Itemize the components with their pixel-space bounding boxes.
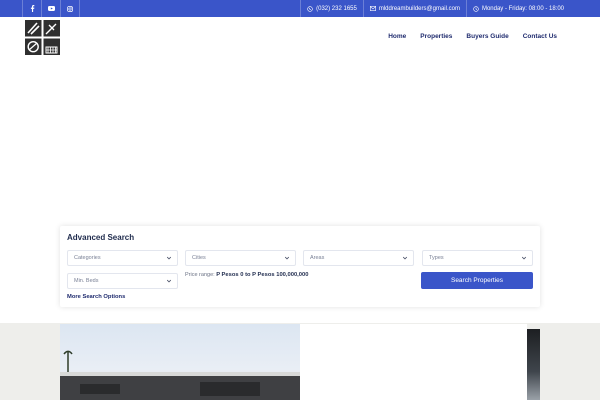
chevron-down-icon bbox=[166, 279, 172, 283]
advanced-search-title: Advanced Search bbox=[67, 233, 135, 242]
logo-mark-icon bbox=[25, 20, 60, 55]
youtube-icon bbox=[47, 6, 55, 11]
top-bar: (032) 232 1655 mlddreambuilders@gmail.co… bbox=[0, 0, 600, 17]
clock-icon bbox=[473, 5, 479, 12]
social-links bbox=[22, 0, 80, 17]
areas-select[interactable]: Areas bbox=[303, 250, 414, 266]
property-photo[interactable] bbox=[60, 324, 300, 400]
property-photo-next[interactable] bbox=[527, 329, 540, 400]
business-hours: Monday - Friday: 08:00 - 18:00 bbox=[481, 5, 564, 12]
price-range-value: P Pesos 0 to P Pesos 100,000,000 bbox=[216, 272, 309, 278]
cities-select[interactable]: Cities bbox=[185, 250, 296, 266]
types-select[interactable]: Types bbox=[422, 250, 533, 266]
chevron-down-icon bbox=[521, 256, 527, 260]
chevron-down-icon bbox=[166, 256, 172, 260]
facebook-link[interactable] bbox=[22, 0, 42, 17]
nav-properties[interactable]: Properties bbox=[420, 33, 452, 40]
min-beds-select[interactable]: Min. Beds bbox=[67, 273, 178, 289]
site-logo[interactable] bbox=[25, 20, 60, 55]
categories-select[interactable]: Categories bbox=[67, 250, 178, 266]
nav-contact-us[interactable]: Contact Us bbox=[523, 33, 557, 40]
envelope-icon bbox=[369, 6, 376, 11]
house-photo-image bbox=[60, 350, 300, 400]
min-beds-select-label: Min. Beds bbox=[74, 278, 99, 284]
areas-select-label: Areas bbox=[310, 255, 325, 261]
phone-number: (032) 232 1655 bbox=[316, 5, 357, 12]
main-nav: Home Properties Buyers Guide Contact Us bbox=[374, 33, 557, 40]
chevron-down-icon bbox=[284, 256, 290, 260]
nav-home[interactable]: Home bbox=[388, 33, 406, 40]
search-properties-button[interactable]: Search Properties bbox=[421, 272, 533, 289]
whatsapp-icon bbox=[307, 5, 313, 12]
email-address: mlddreambuilders@gmail.com bbox=[378, 5, 460, 12]
hours-item: Monday - Friday: 08:00 - 18:00 bbox=[465, 0, 570, 17]
phone-item[interactable]: (032) 232 1655 bbox=[300, 0, 363, 17]
price-range-label: Price range: bbox=[185, 272, 215, 278]
cities-select-label: Cities bbox=[192, 255, 206, 261]
contact-info: (032) 232 1655 mlddreambuilders@gmail.co… bbox=[300, 0, 570, 17]
youtube-link[interactable] bbox=[42, 0, 61, 17]
facebook-icon bbox=[30, 5, 34, 12]
instagram-link[interactable] bbox=[61, 0, 80, 17]
instagram-icon bbox=[67, 5, 73, 12]
more-search-options-link[interactable]: More Search Options bbox=[67, 294, 125, 300]
email-item[interactable]: mlddreambuilders@gmail.com bbox=[362, 0, 466, 17]
property-card-gap bbox=[300, 324, 527, 400]
chevron-down-icon bbox=[402, 256, 408, 260]
price-range: Price range: P Pesos 0 to P Pesos 100,00… bbox=[185, 272, 308, 278]
nav-buyers-guide[interactable]: Buyers Guide bbox=[466, 33, 508, 40]
advanced-search-panel: Advanced Search Categories Cities Areas … bbox=[60, 226, 540, 307]
categories-select-label: Categories bbox=[74, 255, 101, 261]
types-select-label: Types bbox=[429, 255, 444, 261]
